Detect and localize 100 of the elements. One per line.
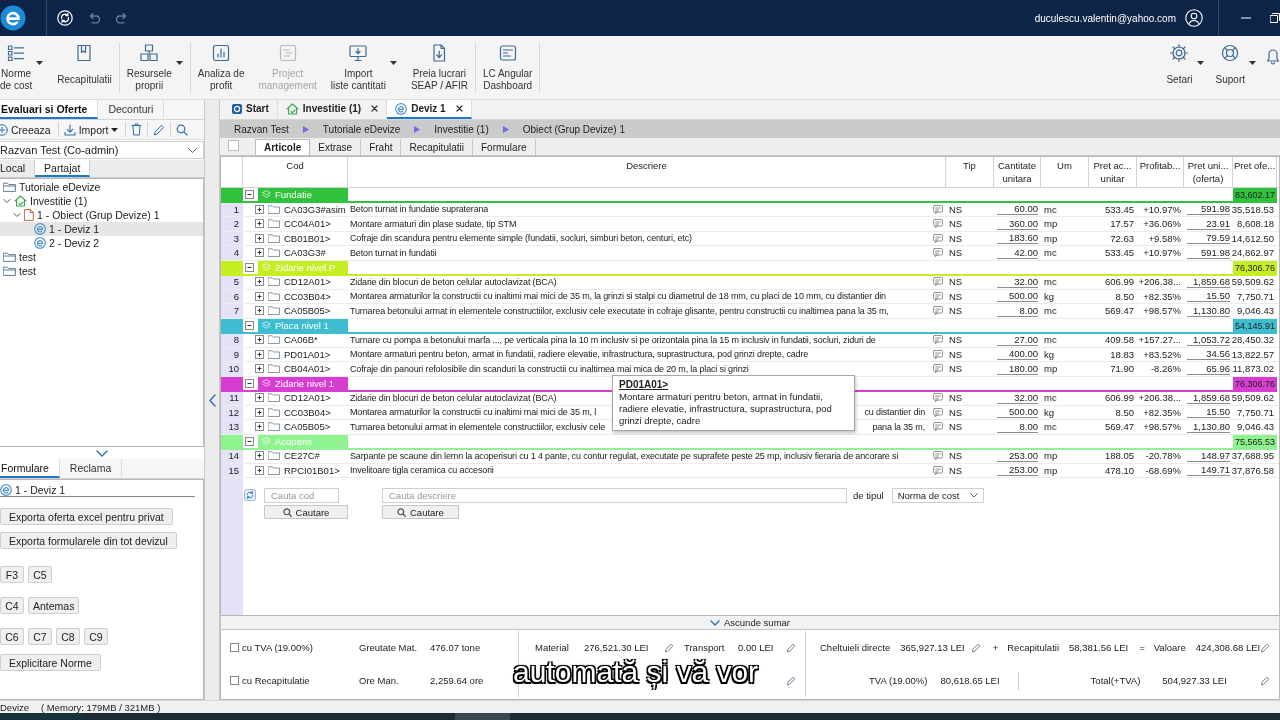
- comment-icon[interactable]: [933, 204, 943, 214]
- checkbox[interactable]: [228, 139, 239, 151]
- code-search-field[interactable]: Cauta cod: [264, 488, 339, 503]
- checkbox[interactable]: [230, 643, 239, 652]
- breadcrumb-link[interactable]: Razvan Test: [234, 123, 289, 135]
- tree-item[interactable]: 1 - Deviz 1: [0, 222, 203, 236]
- comment-icon[interactable]: [933, 306, 943, 316]
- expand-icon[interactable]: [255, 204, 264, 214]
- collapse-icon[interactable]: [245, 320, 254, 330]
- checkbox[interactable]: [230, 676, 239, 685]
- expand-icon[interactable]: [255, 393, 264, 403]
- form-button[interactable]: Exporta formularele din tot devizul: [0, 532, 177, 549]
- chevron-down-icon[interactable]: [96, 449, 108, 457]
- breadcrumb-link[interactable]: Investitie (1): [434, 123, 489, 135]
- ribbon-button[interactable]: Import liste cantitati: [323, 36, 404, 99]
- close-icon[interactable]: [371, 105, 379, 112]
- form-button[interactable]: C6: [0, 628, 24, 645]
- toolbar-button[interactable]: Creeaza: [0, 123, 53, 136]
- comment-icon[interactable]: [933, 393, 943, 403]
- panel-tab[interactable]: Partajat: [35, 160, 91, 177]
- column-header[interactable]: Pret ac... unitar: [1089, 157, 1137, 187]
- expand-icon[interactable]: [255, 335, 264, 345]
- column-header[interactable]: Cod: [243, 157, 348, 187]
- panel-tab[interactable]: Evaluari si Oferte: [0, 100, 99, 119]
- expand-icon[interactable]: [255, 451, 264, 461]
- expand-icon[interactable]: [255, 291, 264, 301]
- description-search-field[interactable]: Cauta descriere: [382, 488, 847, 503]
- ribbon-button[interactable]: Setari: [1160, 36, 1210, 99]
- close-icon[interactable]: [455, 105, 463, 112]
- restore-icon[interactable]: [1270, 13, 1280, 23]
- tree-item[interactable]: 1 - Obiect (Grup Devize) 1: [0, 208, 203, 222]
- trash-icon[interactable]: [131, 123, 143, 136]
- breadcrumb-link[interactable]: Obiect (Grup Devize) 1: [522, 123, 626, 135]
- column-header[interactable]: Profitab...: [1137, 157, 1184, 187]
- panel-tab[interactable]: Deconturi: [98, 100, 165, 119]
- document-tab[interactable]: Start: [224, 100, 278, 119]
- type-select[interactable]: Norma de cost: [891, 488, 984, 503]
- sync-icon[interactable]: [57, 10, 73, 26]
- expand-icon[interactable]: [255, 233, 264, 243]
- view-tab[interactable]: Extrase: [310, 139, 362, 155]
- tree-item[interactable]: Tutoriale eDevize: [0, 180, 203, 194]
- ribbon-button[interactable]: LC Angular Dashboard: [475, 36, 540, 99]
- expand-icon[interactable]: [255, 349, 264, 359]
- search-button[interactable]: Cautare: [264, 505, 348, 519]
- summary-toggle[interactable]: Ascunde sumar: [706, 616, 794, 629]
- tree-item[interactable]: Investitie (1): [0, 194, 203, 208]
- comment-icon[interactable]: [933, 407, 943, 417]
- expand-icon[interactable]: [255, 422, 264, 432]
- ribbon-button[interactable]: Resursele proprii: [119, 36, 190, 99]
- comment-icon[interactable]: [933, 233, 943, 243]
- expand-icon[interactable]: [255, 219, 264, 229]
- column-header[interactable]: Pret uni... (oferta): [1184, 157, 1233, 187]
- column-header[interactable]: Tip: [946, 157, 994, 187]
- search-button[interactable]: Cautare: [382, 505, 459, 519]
- comment-icon[interactable]: [933, 277, 943, 287]
- collapse-icon[interactable]: [245, 378, 254, 388]
- column-header[interactable]: Descriere: [348, 157, 946, 187]
- collapse-icon[interactable]: [245, 262, 254, 272]
- chevron-left-icon[interactable]: [208, 393, 216, 407]
- expand-icon[interactable]: [255, 248, 264, 258]
- expand-icon[interactable]: [255, 407, 264, 417]
- comment-icon[interactable]: [933, 465, 943, 475]
- app-logo-icon[interactable]: [0, 5, 26, 31]
- view-tab[interactable]: Recapitulatii: [401, 139, 473, 155]
- ribbon-button[interactable]: Recapitulatii: [50, 36, 119, 99]
- collapse-icon[interactable]: [245, 436, 254, 446]
- user-icon[interactable]: [1185, 9, 1203, 27]
- comment-icon[interactable]: [933, 451, 943, 461]
- comment-icon[interactable]: [933, 422, 943, 432]
- form-button[interactable]: C4: [0, 597, 24, 614]
- tree-item[interactable]: 2 - Deviz 2: [0, 236, 203, 250]
- expand-icon[interactable]: [255, 306, 264, 316]
- expand-icon[interactable]: [255, 277, 264, 287]
- view-tab[interactable]: Fraht: [361, 139, 402, 155]
- form-button[interactable]: Antemas: [28, 597, 80, 614]
- ribbon-button[interactable]: Analiza de profit: [190, 36, 252, 99]
- tree-item[interactable]: test: [0, 250, 203, 264]
- comment-icon[interactable]: [933, 219, 943, 229]
- column-header[interactable]: Cantitate unitara: [994, 157, 1041, 187]
- form-button[interactable]: Exporta oferta excel pentru privat: [0, 508, 173, 525]
- form-button[interactable]: F3: [0, 566, 24, 583]
- pencil-icon[interactable]: [153, 123, 166, 136]
- panel-tab[interactable]: Reclama: [59, 459, 123, 478]
- form-button[interactable]: C5: [28, 566, 52, 583]
- column-header[interactable]: Um: [1041, 157, 1089, 187]
- toolbar-button[interactable]: Import: [63, 123, 121, 136]
- form-button[interactable]: C7: [28, 628, 52, 645]
- document-tab[interactable]: Deviz 1: [387, 100, 472, 119]
- ribbon-button[interactable]: Norme de cost: [0, 36, 51, 99]
- form-button[interactable]: C9: [84, 628, 108, 645]
- comment-icon[interactable]: [933, 364, 943, 374]
- search-icon[interactable]: [176, 123, 189, 136]
- comment-icon[interactable]: [933, 349, 943, 359]
- tree-item[interactable]: test: [0, 264, 203, 278]
- comment-icon[interactable]: [933, 335, 943, 345]
- panel-tab[interactable]: Formulare: [0, 459, 60, 478]
- form-button[interactable]: C8: [56, 628, 80, 645]
- expand-icon[interactable]: [255, 465, 264, 475]
- view-tab[interactable]: Articole: [255, 139, 311, 155]
- column-header[interactable]: Pret ofe...: [1233, 157, 1277, 187]
